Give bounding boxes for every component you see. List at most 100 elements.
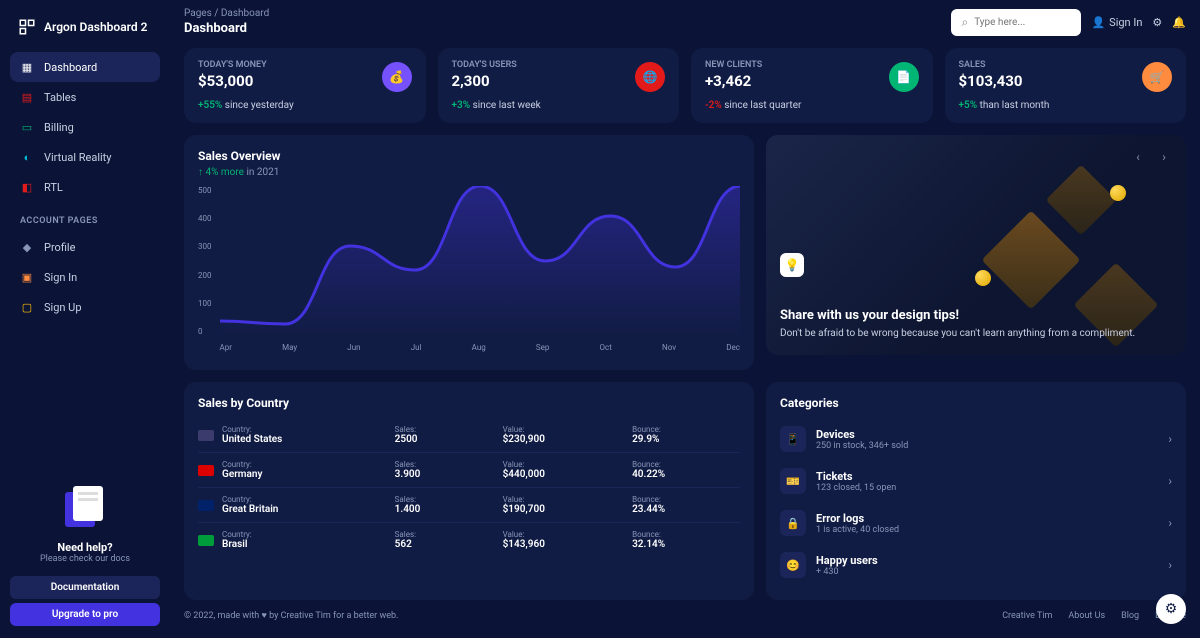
table-icon: ▤ <box>20 90 34 104</box>
page-title: Dashboard <box>184 21 269 36</box>
search-icon: ⌕ <box>961 15 968 30</box>
nav-primary: ▦Dashboard ▤Tables ▭Billing ◐Virtual Rea… <box>10 52 160 202</box>
nav-rtl[interactable]: ◧RTL <box>10 172 160 202</box>
footer: © 2022, made with ♥ by Creative Tim for … <box>184 610 1186 621</box>
topbar: Pages / Dashboard Dashboard ⌕ 👤Sign In ⚙… <box>184 8 1186 36</box>
help-docs-icon <box>55 482 115 532</box>
money-icon: 💰 <box>382 62 412 92</box>
help-title: Need help? <box>10 541 160 554</box>
stat-label: TODAY'S MONEY <box>198 60 412 70</box>
nav-account: ◆Profile ▣Sign In ▢Sign Up <box>10 232 160 322</box>
billing-icon: ▭ <box>20 120 34 134</box>
stat-card-3: SALES $103,430 +5% than last month 🛒 <box>945 48 1187 123</box>
upgrade-button[interactable]: Upgrade to pro <box>10 603 160 626</box>
categories-card: Categories 📱 Devices 250 in stock, 346+ … <box>766 382 1186 600</box>
category-icon: 🎫 <box>780 468 806 494</box>
stat-card-1: TODAY'S USERS 2,300 +3% since last week … <box>438 48 680 123</box>
stat-value: $103,430 <box>959 72 1173 90</box>
stat-change: +55% since yesterday <box>198 100 412 111</box>
stat-card-0: TODAY'S MONEY $53,000 +55% since yesterd… <box>184 48 426 123</box>
nav-section-account: ACCOUNT PAGES <box>10 202 160 232</box>
nav-signin[interactable]: ▣Sign In <box>10 262 160 292</box>
category-item-0[interactable]: 📱 Devices 250 in stock, 346+ sold › <box>780 418 1172 460</box>
table-row: Country:Great Britain Sales:1.400 Value:… <box>198 488 740 523</box>
category-icon: 🔒 <box>780 510 806 536</box>
search-box[interactable]: ⌕ <box>951 9 1081 36</box>
help-sub: Please check our docs <box>10 554 160 564</box>
category-title: Happy users <box>816 554 1158 567</box>
nav-billing[interactable]: ▭Billing <box>10 112 160 142</box>
sales-by-country-card: Sales by Country Country:United States S… <box>184 382 754 600</box>
stat-value: $53,000 <box>198 72 412 90</box>
main-content: Pages / Dashboard Dashboard ⌕ 👤Sign In ⚙… <box>170 0 1200 638</box>
table-row: Country:Germany Sales:3.900 Value:$440,0… <box>198 453 740 488</box>
stat-label: TODAY'S USERS <box>452 60 666 70</box>
stats-row: TODAY'S MONEY $53,000 +55% since yesterd… <box>184 48 1186 123</box>
table-row: Country:United States Sales:2500 Value:$… <box>198 418 740 453</box>
brand-name: Argon Dashboard 2 <box>44 20 147 34</box>
overview-title: Sales Overview <box>198 149 740 163</box>
stat-label: NEW CLIENTS <box>705 60 919 70</box>
footer-link[interactable]: Blog <box>1121 611 1139 621</box>
flag-icon <box>198 430 214 441</box>
category-sub: + 430 <box>816 567 1158 577</box>
chevron-right-icon: › <box>1168 558 1172 572</box>
chevron-right-icon: › <box>1168 516 1172 530</box>
nav-vr[interactable]: ◐Virtual Reality <box>10 142 160 172</box>
documentation-button[interactable]: Documentation <box>10 576 160 599</box>
category-item-1[interactable]: 🎫 Tickets 123 closed, 15 open › <box>780 460 1172 502</box>
hero-next-button[interactable]: › <box>1154 147 1174 167</box>
table-row: Country:Brasil Sales:562 Value:$143,960 … <box>198 523 740 557</box>
category-icon: 😊 <box>780 552 806 578</box>
brand-logo[interactable]: Argon Dashboard 2 <box>10 12 160 52</box>
nav-tables[interactable]: ▤Tables <box>10 82 160 112</box>
flag-icon <box>198 500 214 511</box>
category-title: Tickets <box>816 470 1158 483</box>
nav-dashboard[interactable]: ▦Dashboard <box>10 52 160 82</box>
rtl-icon: ◧ <box>20 180 34 194</box>
categories-title: Categories <box>780 396 1172 410</box>
category-sub: 123 closed, 15 open <box>816 483 1158 493</box>
sales-chart: 5004003002001000 AprMayJunJulAugSepOctNo… <box>198 186 740 356</box>
category-item-3[interactable]: 😊 Happy users + 430 › <box>780 544 1172 586</box>
footer-link[interactable]: About Us <box>1068 611 1105 621</box>
logo-icon <box>18 18 36 36</box>
settings-fab[interactable]: ⚙ <box>1156 594 1186 624</box>
nav-signup[interactable]: ▢Sign Up <box>10 292 160 322</box>
stat-label: SALES <box>959 60 1173 70</box>
category-sub: 250 in stock, 346+ sold <box>816 441 1158 451</box>
hero-card: ‹ › 💡 Share with us your design tips! Do… <box>766 135 1186 355</box>
category-title: Devices <box>816 428 1158 441</box>
category-icon: 📱 <box>780 426 806 452</box>
flag-icon <box>198 465 214 476</box>
profile-icon: ◆ <box>20 240 34 254</box>
sales-overview-card: Sales Overview ↑ 4% more in 2021 5004003… <box>184 135 754 370</box>
vr-icon: ◐ <box>20 150 34 164</box>
user-icon: 👤 <box>1091 16 1105 29</box>
bell-icon[interactable]: 🔔 <box>1172 16 1186 29</box>
hero-title: Share with us your design tips! <box>780 308 1172 323</box>
hero-desc: Don't be afraid to be wrong because you … <box>780 327 1172 341</box>
sidebar: Argon Dashboard 2 ▦Dashboard ▤Tables ▭Bi… <box>0 0 170 638</box>
home-icon: ▦ <box>20 60 34 74</box>
search-input[interactable] <box>974 17 1071 28</box>
signup-icon: ▢ <box>20 300 34 314</box>
nav-profile[interactable]: ◆Profile <box>10 232 160 262</box>
doc-icon: 📄 <box>889 62 919 92</box>
stat-card-2: NEW CLIENTS +3,462 -2% since last quarte… <box>691 48 933 123</box>
overview-sub: ↑ 4% more in 2021 <box>198 167 740 178</box>
category-item-2[interactable]: 🔒 Error logs 1 is active, 40 closed › <box>780 502 1172 544</box>
chevron-right-icon: › <box>1168 474 1172 488</box>
signin-link[interactable]: 👤Sign In <box>1091 16 1142 29</box>
hero-prev-button[interactable]: ‹ <box>1128 147 1148 167</box>
globe-icon: 🌐 <box>635 62 665 92</box>
sidebar-help: Need help? Please check our docs Documen… <box>10 482 160 626</box>
chevron-right-icon: › <box>1168 432 1172 446</box>
breadcrumb: Pages / Dashboard <box>184 8 269 19</box>
stat-change: +5% than last month <box>959 100 1173 111</box>
stat-value: +3,462 <box>705 72 919 90</box>
sbc-title: Sales by Country <box>198 396 740 410</box>
footer-link[interactable]: Creative Tim <box>1002 611 1052 621</box>
stat-change: +3% since last week <box>452 100 666 111</box>
settings-icon[interactable]: ⚙ <box>1152 16 1162 29</box>
